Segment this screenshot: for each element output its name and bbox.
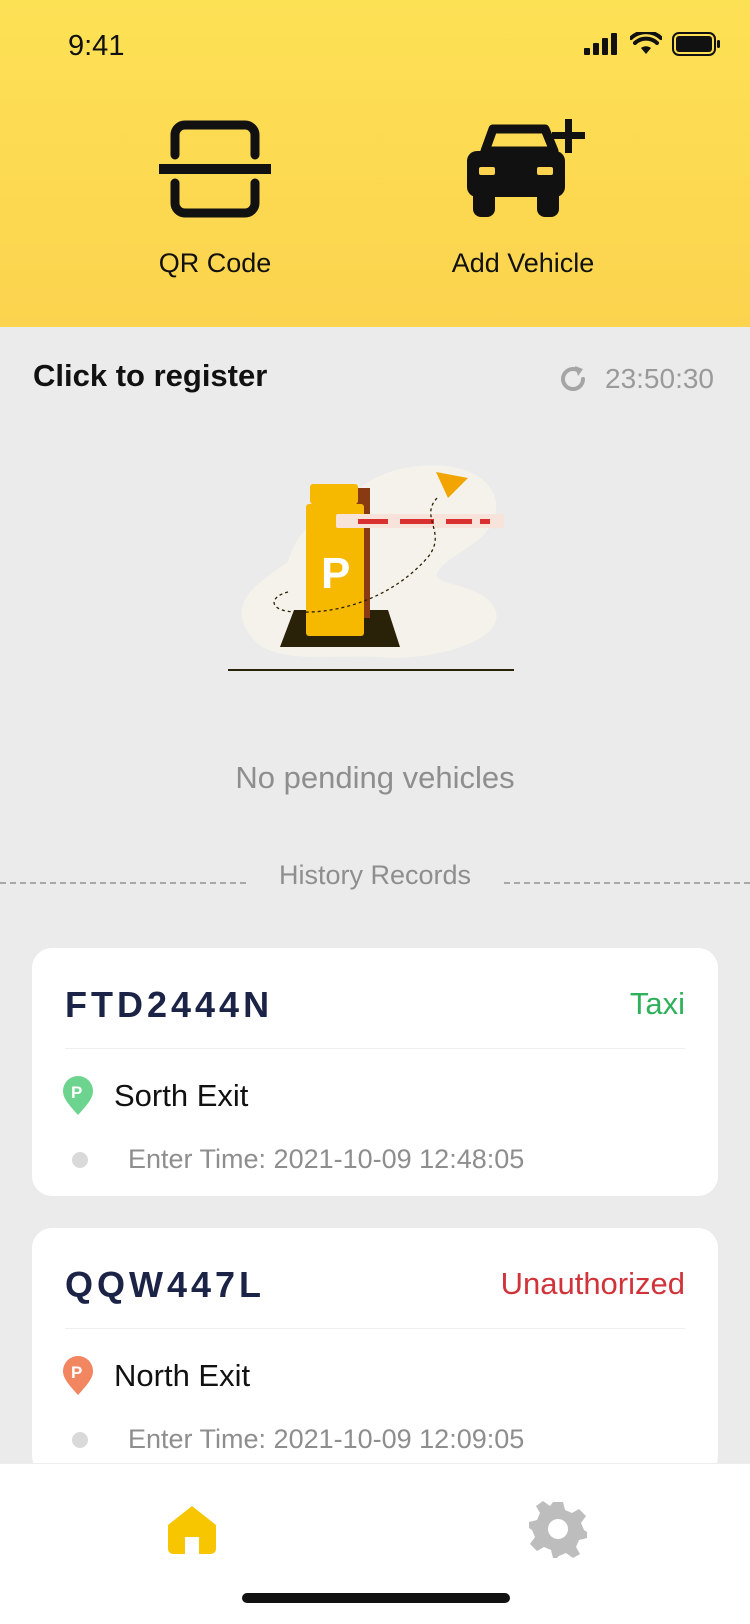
enter-time-row: Enter Time: 2021-10-09 12:09:05 — [72, 1424, 524, 1455]
vehicle-status: Unauthorized — [500, 1266, 685, 1301]
card-divider — [65, 1328, 685, 1329]
history-record-card[interactable]: FTD2444N Taxi P Sorth Exit Enter Time: 2… — [32, 948, 718, 1196]
location-row: P North Exit — [62, 1356, 250, 1396]
enter-time-row: Enter Time: 2021-10-09 12:48:05 — [72, 1144, 524, 1175]
svg-text:P: P — [71, 1083, 82, 1102]
qr-code-label: QR Code — [158, 248, 272, 278]
status-icons — [584, 32, 720, 56]
tab-settings[interactable] — [523, 1494, 593, 1564]
refresh-icon — [561, 366, 585, 391]
divider-line-right — [504, 882, 750, 884]
history-label: History Records — [278, 860, 472, 890]
plate-number: QQW447L — [65, 1264, 266, 1305]
gear-icon — [529, 1501, 587, 1558]
time-dot-icon — [72, 1151, 88, 1168]
add-vehicle-label: Add Vehicle — [451, 248, 595, 278]
svg-text:P: P — [321, 549, 350, 598]
home-icon — [168, 1506, 216, 1554]
register-title[interactable]: Click to register — [33, 358, 267, 394]
card-divider — [65, 1048, 685, 1049]
time-dot-icon — [72, 1431, 88, 1448]
qr-scan-icon — [159, 120, 271, 218]
enter-time: Enter Time: 2021-10-09 12:48:05 — [128, 1144, 525, 1174]
svg-text:P: P — [71, 1363, 82, 1382]
signal-icon — [584, 33, 617, 55]
location-row: P Sorth Exit — [62, 1076, 248, 1116]
location-name: Sorth Exit — [114, 1078, 249, 1113]
qr-code-button[interactable]: QR Code — [95, 110, 335, 290]
vehicle-status: Taxi — [629, 986, 685, 1021]
plate-number: FTD2444N — [65, 984, 274, 1025]
refresh-timer[interactable]: 23:50:30 — [557, 363, 714, 395]
history-divider: History Records — [0, 860, 750, 896]
battery-icon — [672, 32, 720, 56]
wifi-icon — [630, 32, 662, 54]
history-record-card[interactable]: QQW447L Unauthorized P North Exit Enter … — [32, 1228, 718, 1476]
empty-state-text: No pending vehicles — [235, 760, 515, 795]
location-name: North Exit — [114, 1358, 251, 1393]
header: 9:41 QR Code Add Vehicle — [0, 0, 750, 327]
parking-pin-icon: P — [63, 1076, 93, 1115]
add-vehicle-button[interactable]: Add Vehicle — [403, 110, 643, 290]
home-indicator — [242, 1593, 510, 1603]
parking-pin-icon: P — [63, 1356, 93, 1395]
timer-value: 23:50:30 — [605, 363, 714, 394]
status-bar: 9:41 — [0, 0, 750, 92]
parking-barrier-illustration: P — [228, 465, 514, 671]
tab-home[interactable] — [157, 1494, 227, 1564]
status-time: 9:41 — [68, 30, 125, 62]
car-add-icon — [467, 119, 585, 217]
enter-time: Enter Time: 2021-10-09 12:09:05 — [128, 1424, 525, 1454]
